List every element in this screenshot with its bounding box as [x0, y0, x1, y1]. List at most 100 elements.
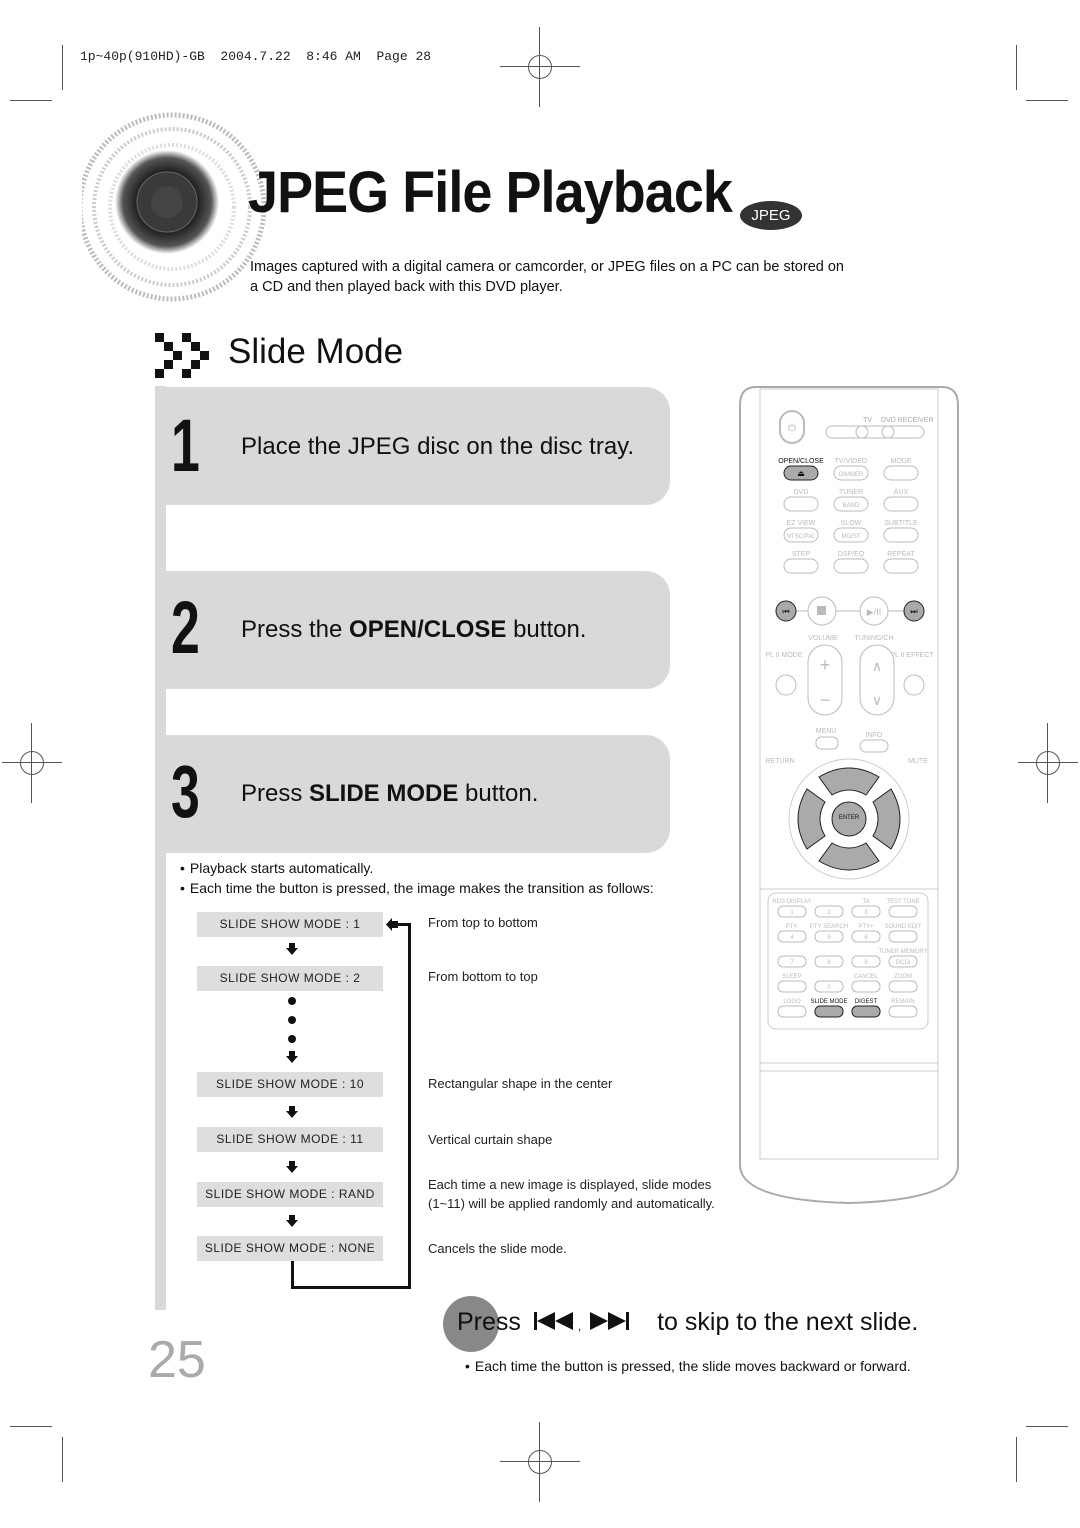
- crop-mark: [62, 1437, 63, 1482]
- keypad-button[interactable]: [888, 980, 918, 993]
- slide-mode-description: Each time a new image is displayed, slid…: [428, 1177, 715, 1211]
- keypad-button[interactable]: [888, 1005, 918, 1018]
- skip-forward-icon: [590, 1312, 630, 1330]
- svg-text:⏏: ⏏: [797, 469, 805, 478]
- step-number: 2: [171, 586, 200, 669]
- keypad-label: SOUND EDIT: [884, 924, 921, 930]
- step-text: Press the OPEN/CLOSE button.: [241, 616, 587, 643]
- svg-text:⏻: ⏻: [788, 423, 796, 434]
- svg-text:REPEAT: REPEAT: [887, 551, 915, 558]
- svg-text:DVD: DVD: [794, 489, 809, 496]
- skip-note: Each time the button is pressed, the sli…: [465, 1358, 911, 1374]
- svg-text:DSP/EQ: DSP/EQ: [838, 551, 865, 558]
- crop-mark: [1026, 1426, 1068, 1427]
- registration-mark: [2, 723, 62, 803]
- keypad-label: PTY SEARCH: [810, 924, 848, 930]
- slide-mode-box: SLIDE SHOW MODE : NONE: [197, 1236, 383, 1261]
- open-close-label: OPEN/CLOSE: [349, 616, 507, 643]
- slide-mode-description: From bottom to top: [428, 969, 538, 984]
- svg-text:MENU: MENU: [816, 728, 837, 735]
- svg-text:MUTE: MUTE: [908, 758, 928, 765]
- step-1: 1 Place the JPEG disc on the disc tray.: [155, 387, 670, 505]
- jpeg-badge: JPEG: [740, 201, 802, 230]
- ellipsis-dot: [288, 1035, 296, 1043]
- keypad-button[interactable]: [851, 980, 881, 993]
- svg-text:MO/ST: MO/ST: [842, 534, 861, 540]
- step-2: 2 Press the OPEN/CLOSE button.: [155, 571, 670, 689]
- double-chevron-icon: [155, 333, 209, 378]
- registration-mark: [1018, 723, 1078, 803]
- registration-mark: [500, 1422, 580, 1502]
- note-bullet: Playback starts automatically.: [180, 860, 373, 876]
- svg-text:▶/II: ▶/II: [867, 607, 881, 617]
- svg-text:AUX: AUX: [894, 489, 909, 496]
- svg-text:PL II MODE: PL II MODE: [765, 652, 802, 659]
- keypad-label: CANCEL: [854, 974, 879, 980]
- keypad-button[interactable]: [777, 1005, 807, 1018]
- arrow-down-icon: [286, 943, 298, 955]
- arrow-down-icon: [286, 1051, 298, 1063]
- step-number: 3: [171, 750, 200, 833]
- slide-mode-description: Cancels the slide mode.: [428, 1241, 567, 1256]
- svg-text:TV/VIDEO: TV/VIDEO: [835, 458, 868, 465]
- svg-text:DIMMER: DIMMER: [839, 472, 864, 478]
- keypad-label: SLEEP: [782, 974, 801, 980]
- slide-mode-description: Rectangular shape in the center: [428, 1076, 613, 1091]
- svg-text:−: −: [820, 690, 831, 710]
- registration-mark: [500, 27, 580, 107]
- keypad-button[interactable]: [888, 905, 918, 918]
- remote-control: ⏻ TV DVD RECEIVER OPEN/CLOSE TV/VIDEO MODE…: [739, 386, 959, 1205]
- power-button[interactable]: ⏻: [779, 410, 805, 444]
- svg-text:⏭: ⏭: [910, 607, 917, 616]
- intro-text: Images captured with a digital camera or…: [250, 259, 844, 295]
- page-number: 25: [148, 1331, 206, 1389]
- keypad-label: ZOOM: [894, 974, 912, 980]
- skip-back-icon: [533, 1312, 573, 1330]
- keypad-label: TA: [862, 899, 869, 905]
- svg-text:OPEN/CLOSE: OPEN/CLOSE: [778, 458, 824, 465]
- keypad-label: LOGO: [783, 999, 801, 1005]
- page-title: JPEG File Playback: [248, 160, 733, 225]
- step-number: 1: [171, 404, 200, 487]
- svg-text:BAND: BAND: [843, 503, 860, 509]
- keypad-label: PTY+: [858, 924, 874, 930]
- svg-text:PL II EFFECT: PL II EFFECT: [890, 652, 934, 659]
- keypad-label: TUNER MEMORY: [878, 949, 927, 955]
- step-3: 3 Press SLIDE MODE button.: [155, 735, 670, 853]
- svg-text:STEP: STEP: [792, 551, 811, 558]
- step-text: Press SLIDE MODE button.: [241, 780, 539, 807]
- crop-mark: [62, 45, 63, 90]
- svg-text:ENTER: ENTER: [839, 815, 860, 821]
- slide-mode-description: Vertical curtain shape: [428, 1132, 553, 1147]
- slide-mode-box: SLIDE SHOW MODE : 2: [197, 966, 383, 991]
- svg-text:TV: TV: [863, 417, 872, 424]
- svg-text:DVD RECEIVER: DVD RECEIVER: [881, 417, 934, 424]
- crop-mark: [1016, 1437, 1017, 1482]
- svg-text:RETURN: RETURN: [765, 758, 794, 765]
- svg-text:SLOW: SLOW: [841, 520, 862, 527]
- step-text: Place the JPEG disc on the disc tray.: [241, 433, 635, 460]
- crop-mark: [10, 1426, 52, 1427]
- note-bullet: Each time the button is pressed, the ima…: [180, 880, 654, 896]
- slide-mode-box: SLIDE SHOW MODE : RAND: [197, 1182, 383, 1207]
- keypad-label: PTY-: [785, 924, 798, 930]
- slide-mode-button[interactable]: [814, 1005, 844, 1018]
- ellipsis-dot: [288, 997, 296, 1005]
- keypad-button[interactable]: [888, 930, 918, 943]
- arrow-down-icon: [286, 1161, 298, 1173]
- skip-tip: Press , to skip to the next slide.: [457, 1308, 919, 1336]
- slide-mode-box: SLIDE SHOW MODE : 10: [197, 1072, 383, 1097]
- digest-button[interactable]: [851, 1005, 881, 1018]
- loop-line: [291, 1286, 411, 1289]
- keypad-face: DCDi: [896, 960, 910, 966]
- crop-mark: [1016, 45, 1017, 90]
- svg-text:VOLUME: VOLUME: [808, 635, 838, 642]
- svg-text:TUNING/CH: TUNING/CH: [855, 635, 894, 642]
- keypad-button[interactable]: [777, 980, 807, 993]
- arrow-down-icon: [286, 1215, 298, 1227]
- svg-text:∧: ∧: [872, 658, 882, 674]
- speaker-icon: [82, 112, 267, 302]
- svg-text:SUBTITLE: SUBTITLE: [884, 520, 918, 527]
- section-title: Slide Mode: [228, 332, 404, 371]
- loop-line: [291, 1261, 294, 1289]
